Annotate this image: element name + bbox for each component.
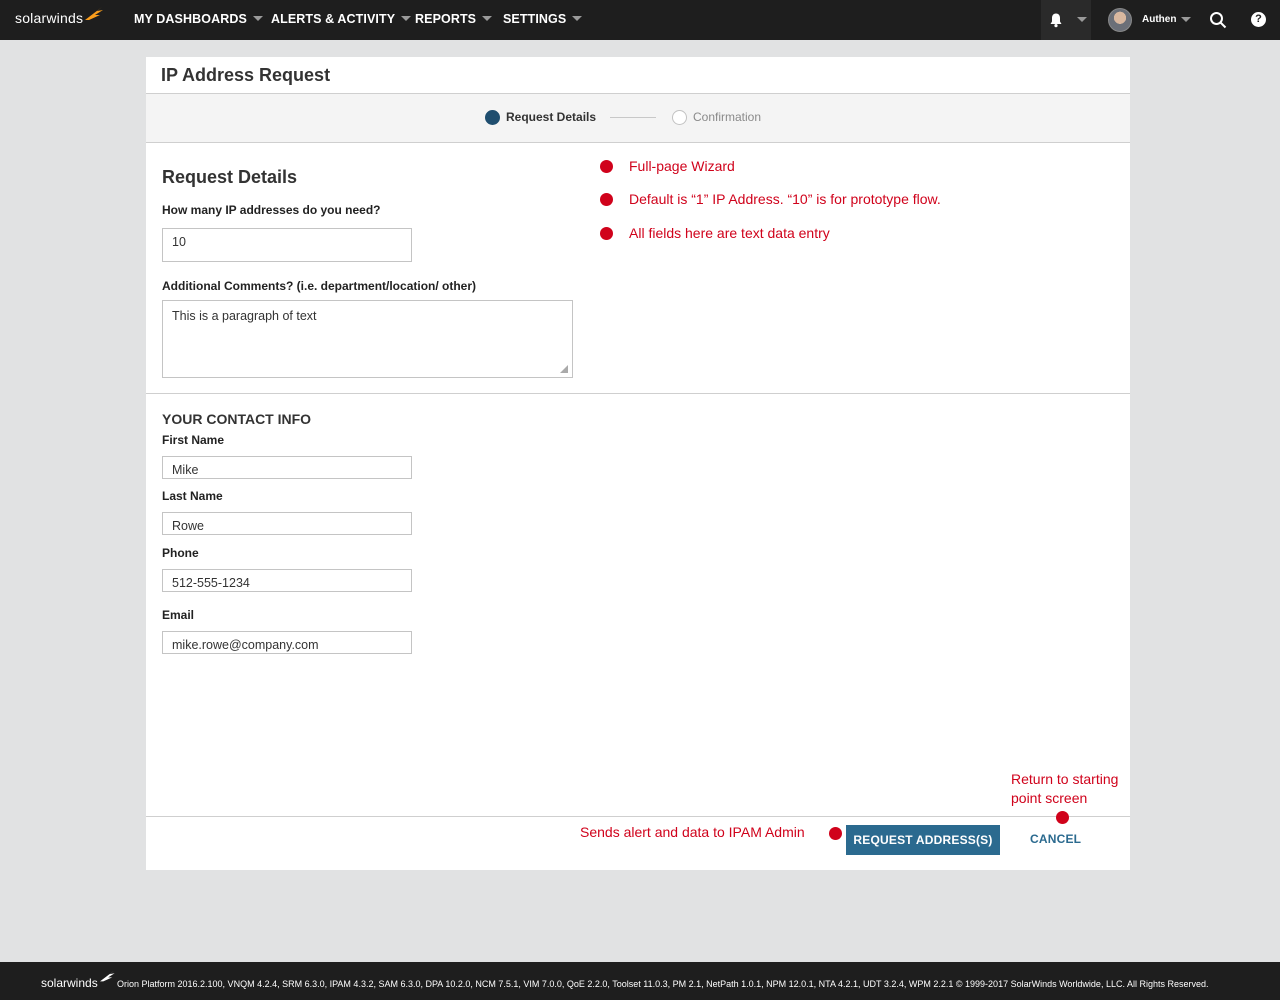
- page-footer: solarwinds Orion Platform 2016.2.100, VN…: [0, 962, 1280, 1000]
- step-inactive-indicator: [672, 110, 687, 125]
- last-name-label: Last Name: [162, 489, 223, 503]
- cancel-button[interactable]: CANCEL: [1030, 832, 1081, 846]
- chevron-down-icon: [572, 16, 583, 22]
- step-active-indicator: [485, 110, 500, 125]
- annotation-cancel-note-line1: Return to starting: [1011, 771, 1119, 787]
- footer-divider: [146, 816, 1130, 817]
- footer-version-text: Orion Platform 2016.2.100, VNQM 4.2.4, S…: [117, 979, 1209, 989]
- wizard-stepper: Request Details Confirmation: [146, 93, 1130, 143]
- comments-label: Additional Comments? (i.e. department/lo…: [162, 279, 477, 293]
- annotation-note: Full-page Wizard: [629, 158, 735, 174]
- solarwinds-logo[interactable]: solarwinds: [15, 10, 83, 26]
- phone-label: Phone: [162, 546, 199, 560]
- chevron-down-icon: [401, 16, 412, 22]
- annotation-marker: [829, 827, 842, 840]
- step-connector: [610, 117, 656, 118]
- chevron-down-icon[interactable]: [1077, 17, 1087, 22]
- comments-text: This is a paragraph of text: [172, 309, 317, 323]
- annotation-submit-note: Sends alert and data to IPAM Admin: [580, 824, 805, 840]
- resize-grip-icon[interactable]: [560, 365, 568, 373]
- section-title-contact-info: YOUR CONTACT INFO: [162, 411, 312, 427]
- chevron-down-icon[interactable]: [1181, 17, 1191, 22]
- nav-my-dashboards[interactable]: MY DASHBOARDS: [134, 12, 263, 26]
- solarwinds-flame-icon: [85, 7, 103, 20]
- solarwinds-flame-icon: [100, 970, 115, 982]
- bell-icon[interactable]: [1048, 12, 1064, 28]
- annotation-marker: [600, 160, 613, 173]
- annotation-marker: [600, 227, 613, 240]
- help-icon[interactable]: ?: [1251, 12, 1266, 27]
- annotation-marker: [1056, 811, 1069, 824]
- first-name-label: First Name: [162, 433, 225, 447]
- nav-reports[interactable]: REPORTS: [415, 12, 493, 26]
- nav-settings-label: SETTINGS: [503, 12, 567, 26]
- comments-textarea[interactable]: This is a paragraph of text: [162, 300, 573, 378]
- email-field[interactable]: mike.rowe@company.com: [162, 631, 412, 654]
- phone-field[interactable]: 512-555-1234: [162, 569, 412, 592]
- annotation-marker: [600, 193, 613, 206]
- search-icon[interactable]: [1209, 11, 1227, 29]
- ip-count-label: How many IP addresses do you need?: [162, 203, 381, 217]
- section-title-request-details: Request Details: [162, 167, 298, 187]
- user-name[interactable]: Authen: [1142, 14, 1176, 25]
- footer-solarwinds-logo: solarwinds: [41, 976, 98, 990]
- first-name-field[interactable]: Mike: [162, 456, 412, 479]
- email-label: Email: [162, 608, 195, 622]
- chevron-down-icon: [252, 16, 263, 22]
- last-name-field[interactable]: Rowe: [162, 512, 412, 535]
- step-request-details[interactable]: Request Details: [506, 110, 596, 124]
- annotation-cancel-note-line2: point screen: [1011, 790, 1088, 806]
- nav-alerts-activity-label: ALERTS & ACTIVITY: [271, 12, 396, 26]
- request-address-button[interactable]: REQUEST ADDRESS(S): [846, 825, 1000, 855]
- nav-alerts-activity[interactable]: ALERTS & ACTIVITY: [271, 12, 412, 26]
- top-nav-bar: solarwinds MY DASHBOARDS ALERTS & ACTIVI…: [0, 0, 1280, 40]
- step-confirmation[interactable]: Confirmation: [693, 110, 761, 124]
- annotation-note: All fields here are text data entry: [629, 225, 830, 241]
- chevron-down-icon: [482, 16, 493, 22]
- nav-settings[interactable]: SETTINGS: [503, 12, 583, 26]
- annotation-note: Default is “1” IP Address. “10” is for p…: [629, 191, 941, 207]
- ip-count-input[interactable]: 10: [162, 228, 412, 262]
- avatar[interactable]: [1108, 8, 1132, 32]
- nav-reports-label: REPORTS: [415, 12, 477, 26]
- nav-my-dashboards-label: MY DASHBOARDS: [134, 12, 247, 26]
- wizard-card: IP Address Request Request Details Confi…: [146, 57, 1130, 870]
- section-divider: [146, 393, 1130, 394]
- page-title: IP Address Request: [161, 65, 331, 85]
